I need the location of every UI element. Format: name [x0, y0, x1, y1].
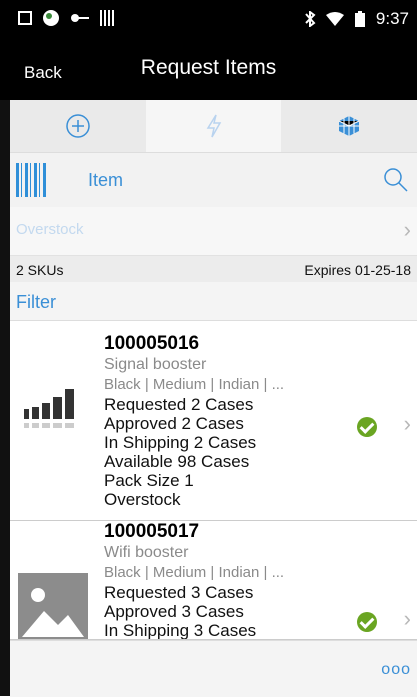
item-code: 100005017	[104, 521, 200, 542]
sku-count: 2 SKUs	[16, 262, 64, 278]
in-shipping-qty: In Shipping 3 Cases	[104, 621, 257, 640]
signal-booster-image	[24, 389, 74, 428]
app-header: Back Request Items	[0, 40, 417, 100]
item-code: 100005016	[104, 333, 200, 354]
chevron-right-icon: ›	[403, 411, 411, 436]
approved-check-icon	[357, 417, 377, 437]
item-name: Signal booster	[104, 356, 207, 373]
tab-cube[interactable]	[281, 100, 417, 152]
tab-add[interactable]	[10, 100, 146, 152]
expiry-date: Expires 01-25-18	[304, 262, 411, 278]
summary-bar: 2 SKUs Expires 01-25-18	[10, 256, 417, 282]
item-name: Wifi booster	[104, 544, 189, 561]
gallery-notification-icon	[18, 11, 32, 25]
filter-button[interactable]: Filter	[16, 292, 56, 313]
left-edge	[0, 100, 10, 696]
footer-bar: ooo	[10, 640, 417, 697]
barcode-notification-icon	[100, 10, 114, 26]
item-search-row[interactable]: Item	[10, 152, 417, 208]
battery-icon	[354, 11, 365, 27]
image-placeholder-icon	[18, 573, 88, 639]
filter-row[interactable]: Filter	[10, 282, 417, 321]
list-item[interactable]: 100005017 Wifi booster Black | Medium | …	[10, 521, 417, 640]
item-search-label: Item	[88, 170, 124, 190]
cube-icon	[338, 116, 360, 136]
tab-quick[interactable]	[145, 100, 282, 152]
more-options-button[interactable]: ooo	[381, 661, 411, 679]
key-icon	[71, 14, 89, 22]
requested-qty: Requested 3 Cases	[104, 583, 254, 602]
location-selector[interactable]: Overstock ›	[10, 207, 417, 256]
item-attributes: Black | Medium | Indian | ...	[104, 564, 285, 581]
approved-check-icon	[357, 612, 377, 632]
available-qty: Available 98 Cases	[104, 452, 250, 471]
pack-size: Pack Size 1	[104, 471, 194, 490]
barcode-scan-icon[interactable]	[16, 163, 46, 197]
chevron-right-icon: ›	[403, 606, 411, 631]
approved-qty: Approved 3 Cases	[104, 602, 244, 621]
approved-qty: Approved 2 Cases	[104, 414, 244, 433]
wifi-icon	[325, 12, 344, 26]
requested-qty: Requested 2 Cases	[104, 395, 254, 414]
status-bar: 9:37	[0, 0, 417, 40]
chevron-right-icon: ›	[403, 217, 411, 242]
search-icon[interactable]	[383, 167, 409, 193]
list-item[interactable]: 100005016 Signal booster Black | Medium …	[10, 321, 417, 521]
tab-bar	[10, 100, 417, 152]
lightning-icon	[206, 114, 221, 138]
bluetooth-off-icon	[305, 11, 316, 27]
add-circle-icon	[66, 114, 90, 138]
in-shipping-qty: In Shipping 2 Cases	[104, 433, 257, 452]
item-location: Overstock	[104, 490, 181, 509]
globe-notification-icon	[43, 10, 59, 26]
page-title: Request Items	[140, 56, 277, 79]
location-value: Overstock	[16, 221, 84, 238]
item-attributes: Black | Medium | Indian | ...	[104, 376, 285, 393]
clock-time: 9:37	[375, 9, 409, 28]
